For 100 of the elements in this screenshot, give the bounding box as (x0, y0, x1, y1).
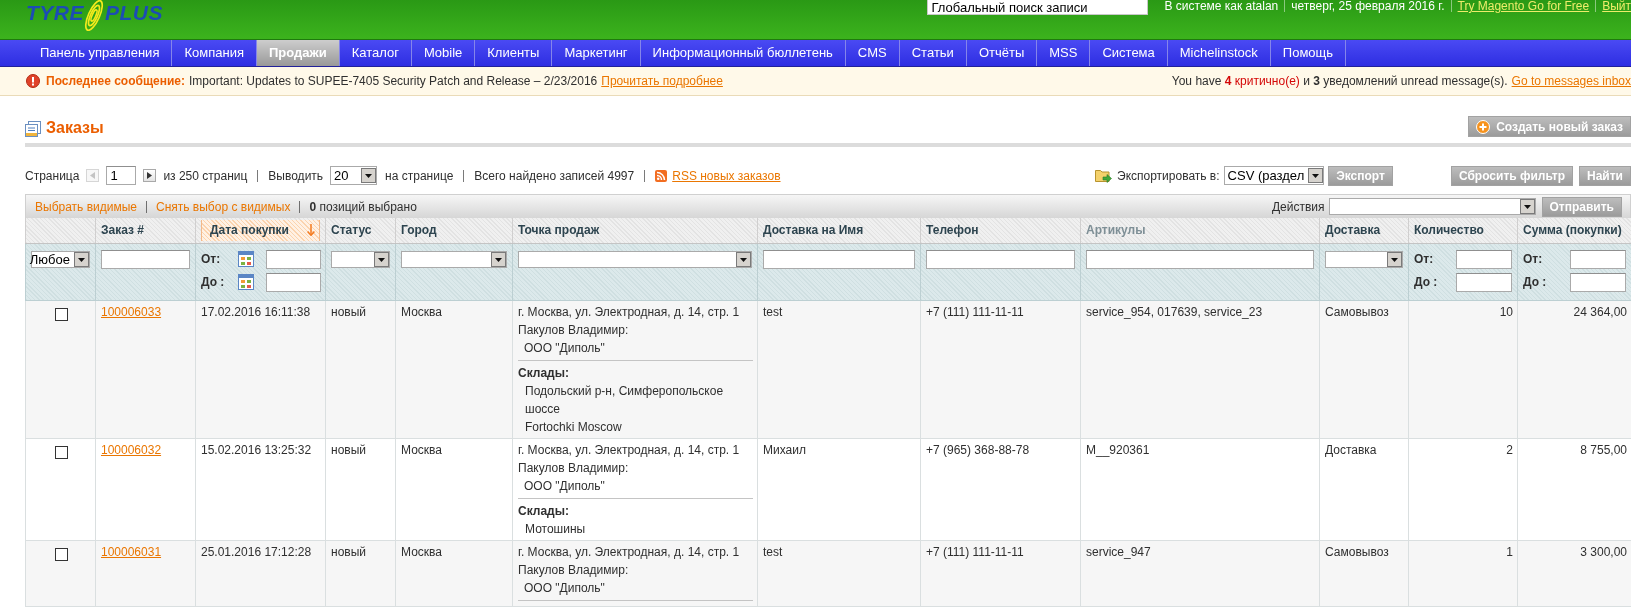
nav-menu-item[interactable]: Система (1090, 40, 1168, 66)
quantity-value: 2 (1506, 442, 1513, 457)
nav-menu-item[interactable]: Статьи (899, 40, 967, 66)
per-page-suffix: на странице (385, 168, 454, 183)
delivery-method: Доставка (1325, 442, 1377, 457)
actions-select[interactable] (1328, 198, 1536, 215)
company-name: ООО "Диполь" (524, 579, 605, 597)
nav-menu-item[interactable]: Информационный бюллетень (640, 40, 846, 66)
range-label: До : (1523, 275, 1547, 289)
warehouses-label: Склады: (518, 502, 569, 520)
phone-number: +7 (965) 368-88-78 (926, 442, 1030, 457)
total-amount: 3 300,00 (1580, 544, 1627, 559)
address-text: г. Москва, ул. Электродная, д. 14, стр. 1 (518, 543, 740, 561)
calendar-icon[interactable] (238, 274, 254, 290)
caret-icon (74, 251, 89, 267)
manager-name: Пакулов Владимир: (518, 321, 629, 339)
filter-field[interactable] (763, 249, 915, 269)
quantity-value: 10 (1499, 304, 1513, 319)
global-search-field[interactable]: Глобальный поиск записи (927, 0, 1149, 15)
range-label: До : (1414, 275, 1438, 289)
range-from-field[interactable] (1570, 249, 1626, 269)
nav-menu-item[interactable]: MSS (1037, 40, 1091, 66)
filter-field[interactable] (101, 249, 190, 269)
range-label: От: (1414, 252, 1434, 266)
recipient-name: test (763, 304, 783, 319)
status-text: новый (331, 544, 366, 559)
column-heading[interactable]: Дата покупки (201, 219, 320, 241)
nav-menu-item[interactable]: Michelinstock (1167, 40, 1271, 66)
row-checkbox[interactable] (54, 307, 68, 321)
document-icon (25, 121, 41, 137)
recipient-name: test (763, 544, 783, 559)
records-total: Всего найдено записей 4997 (474, 168, 635, 183)
pages-count: из 250 страниц (163, 168, 248, 183)
caret-icon (736, 251, 751, 267)
range-to-field[interactable] (1456, 272, 1512, 292)
logo-swirl-icon (84, 0, 104, 31)
range-label: От: (1523, 252, 1543, 266)
nav-menu-item[interactable]: Панель управления (28, 40, 173, 66)
actions-label: Действия (1271, 199, 1325, 214)
per-page-select[interactable]: 20 (330, 166, 378, 185)
sku-list: service_954, 017639, service_23 (1086, 304, 1263, 319)
warehouse-name: Fortochki Moscow (525, 418, 622, 436)
warehouses-label: Склады: (518, 364, 569, 382)
date-from-field[interactable] (266, 249, 321, 269)
status-text: новый (331, 442, 366, 457)
caret-icon (374, 251, 389, 267)
nav-menu-item[interactable]: Mobile (411, 40, 476, 66)
export-format-select[interactable]: CSV (раздел (1223, 166, 1325, 185)
nav-menu-item[interactable]: CMS (845, 40, 900, 66)
range-from-field[interactable] (1456, 249, 1512, 269)
row-checkbox[interactable] (54, 445, 68, 459)
page-label: Страница (25, 168, 80, 183)
column-heading: Артикулы (1086, 222, 1146, 240)
city-name: Москва (401, 304, 442, 319)
warehouse-name: Подольский р-н, Симферопольское шоссе (525, 382, 725, 418)
total-amount: 8 755,00 (1580, 442, 1627, 457)
caret-icon (491, 251, 506, 267)
row-checkbox[interactable] (54, 547, 68, 561)
recipient-name: Михаил (763, 442, 806, 457)
filter-select[interactable] (518, 250, 752, 268)
mass-filter-select[interactable]: Любое (31, 250, 90, 268)
page-input[interactable]: 1 (106, 166, 137, 185)
address-text: г. Москва, ул. Электродная, д. 14, стр. 1 (518, 441, 740, 459)
date-text: четверг, 25 февраля 2016 г. (1291, 0, 1445, 12)
caret-icon (1387, 251, 1402, 267)
city-name: Москва (401, 442, 442, 457)
nav-menu-item[interactable]: Каталог (339, 40, 412, 66)
manager-name: Пакулов Владимир: (518, 459, 629, 477)
per-page-label: Выводить (268, 168, 324, 183)
next-page-button[interactable] (143, 169, 157, 182)
order-date: 15.02.2016 13:25:32 (201, 442, 312, 457)
warehouse-name: Мотошины (525, 520, 586, 538)
date-to-field[interactable] (266, 272, 321, 292)
total-amount: 24 364,00 (1573, 304, 1627, 319)
phone-number: +7 (111) 111-11-11 (926, 304, 1024, 319)
status-text: новый (331, 304, 366, 319)
filter-field[interactable] (1086, 249, 1314, 269)
phone-number: +7 (111) 111-11-11 (926, 544, 1024, 559)
logo-text: TYRE (26, 3, 84, 23)
quantity-value: 1 (1506, 544, 1513, 559)
left-triangle-icon (90, 172, 96, 179)
range-label: От: (201, 252, 221, 266)
inbox-notice: You have 4 критично(е) и 3 уведомлений unread message(s). (1171, 74, 1508, 88)
caret-icon (1308, 168, 1324, 183)
nav-menu-item[interactable]: Клиенты (475, 40, 553, 66)
manager-name: Пакулов Владимир: (518, 561, 629, 579)
caret-icon (361, 168, 377, 183)
logo-text: PLUS (105, 3, 164, 23)
nav-menu-item[interactable]: Помощь (1270, 40, 1347, 66)
order-date: 17.02.2016 16:11:38 (201, 304, 311, 319)
filter-select[interactable] (401, 250, 507, 268)
calendar-icon[interactable] (238, 251, 254, 267)
range-to-field[interactable] (1570, 272, 1626, 292)
filter-select[interactable] (331, 250, 390, 268)
right-triangle-icon (147, 172, 153, 179)
nav-menu-item[interactable]: Отчёты (966, 40, 1038, 66)
filter-select[interactable] (1325, 250, 1403, 268)
nav-menu-item[interactable]: Компания (172, 40, 257, 66)
nav-menu-item[interactable]: Маркетинг (552, 40, 641, 66)
filter-field[interactable] (926, 249, 1075, 269)
